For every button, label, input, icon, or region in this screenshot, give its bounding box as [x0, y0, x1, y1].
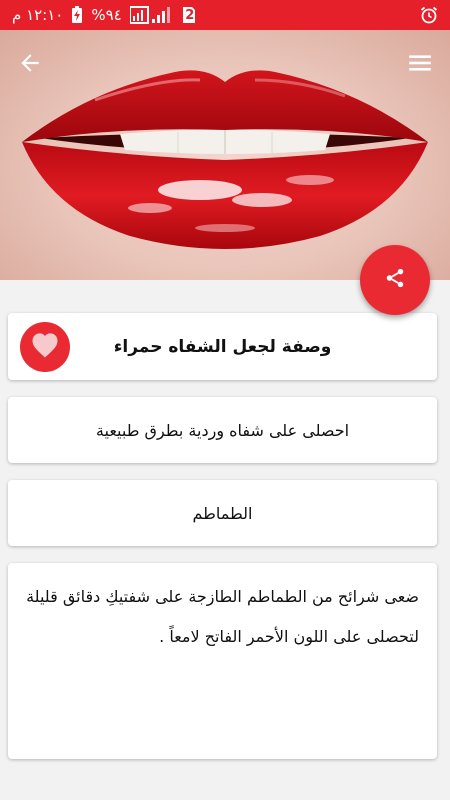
favorite-button[interactable]: [20, 322, 70, 372]
hamburger-menu-icon: [407, 50, 433, 80]
recipe-subtitle-card: احصلى على شفاه وردية بطرق طبيعية: [8, 397, 437, 463]
clock: ١٢:١٠ م: [12, 6, 64, 24]
recipe-description: ضعى شرائح من الطماطم الطازجة على شفتيكِ …: [26, 587, 419, 646]
recipe-title: وصفة لجعل الشفاه حمراء: [113, 336, 332, 357]
recipe-description-card: ضعى شرائح من الطماطم الطازجة على شفتيكِ …: [8, 563, 437, 759]
share-icon: [384, 267, 406, 293]
ingredient-card: الطماطم: [8, 480, 437, 546]
hero-lips-image: [0, 30, 450, 280]
status-bar-right: [420, 6, 438, 24]
ingredient-name: الطماطم: [192, 503, 253, 523]
back-button[interactable]: [10, 45, 50, 85]
battery-percent: %٩٤: [91, 6, 122, 24]
sim-slot-number: 2: [185, 7, 195, 23]
status-bar-left: ١٢:١٠ م %٩٤ 2: [12, 6, 196, 24]
menu-button[interactable]: [400, 45, 440, 85]
recipe-subtitle: احصلى على شفاه وردية بطرق طبيعية: [95, 420, 350, 440]
battery-charging-icon: [71, 6, 83, 24]
heart-icon: [30, 331, 60, 363]
share-button[interactable]: [360, 245, 430, 315]
arrow-left-icon: [17, 50, 43, 80]
alarm-icon: [420, 6, 438, 24]
recipe-title-card: وصفة لجعل الشفاه حمراء: [8, 313, 437, 380]
status-bar: ١٢:١٠ م %٩٤ 2: [0, 0, 450, 30]
signal-icon: [129, 6, 174, 24]
